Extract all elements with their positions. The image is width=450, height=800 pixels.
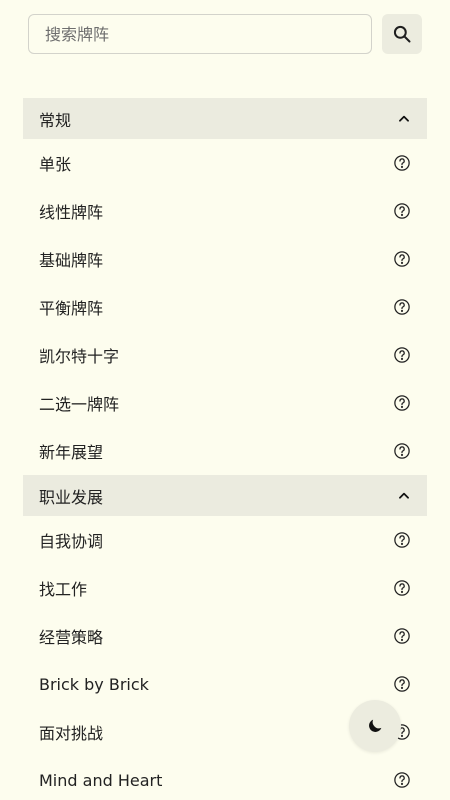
help-circle-icon[interactable] [393,771,411,789]
spread-item[interactable]: 二选一牌阵 [23,379,427,427]
spread-item-label: 基础牌阵 [39,251,104,270]
spread-item[interactable]: 新年展望 [23,427,427,475]
spread-item-label: 单张 [39,155,72,174]
section-header[interactable]: 常规 [23,98,427,139]
search-bar [28,14,422,54]
section-title: 常规 [39,110,72,130]
spread-list: 常规单张线性牌阵基础牌阵平衡牌阵凯尔特十字二选一牌阵新年展望职业发展自我协调找工… [23,98,427,800]
spread-item[interactable]: 线性牌阵 [23,187,427,235]
help-circle-icon[interactable] [393,298,411,316]
help-circle-icon[interactable] [393,394,411,412]
search-icon [392,24,412,44]
spread-item-label: 凯尔特十字 [39,347,120,366]
spread-item[interactable]: 自我协调 [23,516,427,564]
spread-item-label: 自我协调 [39,532,104,551]
help-circle-icon[interactable] [393,442,411,460]
spread-list-page: 常规单张线性牌阵基础牌阵平衡牌阵凯尔特十字二选一牌阵新年展望职业发展自我协调找工… [0,0,450,800]
help-circle-icon[interactable] [393,675,411,693]
spread-item[interactable]: 基础牌阵 [23,235,427,283]
help-circle-icon[interactable] [393,627,411,645]
spread-item[interactable]: 找工作 [23,564,427,612]
spread-item-label: 找工作 [39,580,88,599]
help-circle-icon[interactable] [393,250,411,268]
help-circle-icon[interactable] [393,531,411,549]
help-circle-icon[interactable] [393,346,411,364]
section-title: 职业发展 [39,487,104,507]
spread-item-label: Mind and Heart [39,770,163,790]
spread-item-label: 面对挑战 [39,724,104,743]
spread-item[interactable]: 经营策略 [23,612,427,660]
spread-item-label: 平衡牌阵 [39,299,104,318]
spread-item[interactable]: 凯尔特十字 [23,331,427,379]
moon-icon [366,717,384,735]
help-circle-icon[interactable] [393,202,411,220]
search-input[interactable] [28,14,372,54]
search-button[interactable] [382,14,422,54]
help-circle-icon[interactable] [393,154,411,172]
spread-item[interactable]: Mind and Heart [23,756,427,800]
spread-item-label: 新年展望 [39,443,104,462]
theme-toggle-button[interactable] [349,700,401,752]
spread-item[interactable]: 平衡牌阵 [23,283,427,331]
spread-item-label: 线性牌阵 [39,203,104,222]
section-header[interactable]: 职业发展 [23,475,427,516]
chevron-up-icon [397,112,411,126]
help-circle-icon[interactable] [393,579,411,597]
spread-item-label: Brick by Brick [39,674,149,694]
spread-item[interactable]: 单张 [23,139,427,187]
chevron-up-icon [397,489,411,503]
spread-item-label: 经营策略 [39,628,104,647]
spread-item-label: 二选一牌阵 [39,395,120,414]
